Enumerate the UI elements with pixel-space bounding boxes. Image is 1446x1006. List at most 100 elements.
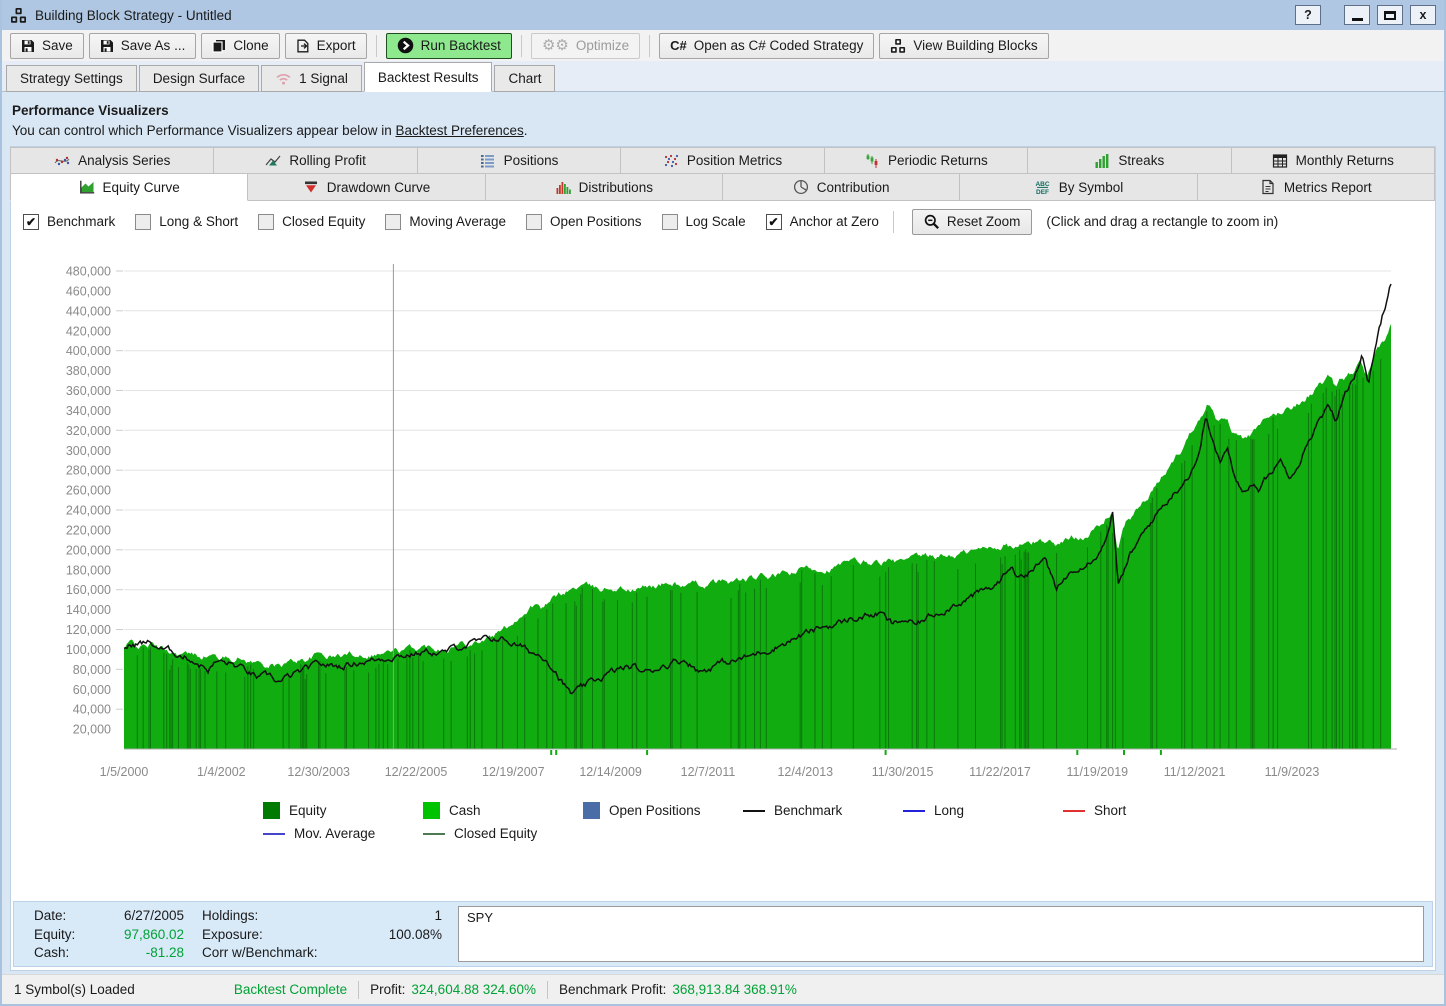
svg-text:440,000: 440,000 [66, 304, 111, 318]
checkbox-closed-equity[interactable]: Closed Equity [258, 214, 365, 230]
status-separator [547, 981, 548, 999]
svg-text:320,000: 320,000 [66, 424, 111, 438]
svg-text:11/19/2019: 11/19/2019 [1066, 765, 1128, 779]
viztab-by-symbol[interactable]: ABCDEF By Symbol [959, 173, 1197, 201]
viztab-contribution[interactable]: Contribution [722, 173, 960, 201]
monthly-returns-icon [1272, 153, 1288, 169]
save-as-button[interactable]: Save As ... [89, 33, 197, 59]
backtest-preferences-link[interactable]: Backtest Preferences [395, 123, 523, 138]
optimize-label: Optimize [576, 38, 629, 53]
checkbox-long-short[interactable]: Long & Short [135, 214, 238, 230]
viztab-periodic-returns[interactable]: Periodic Returns [824, 147, 1028, 174]
symbols-box[interactable]: SPY [458, 906, 1424, 962]
viztab-monthly-returns[interactable]: Monthly Returns [1231, 147, 1435, 174]
tab-strategy-settings[interactable]: Strategy Settings [6, 65, 137, 92]
status-bar: 1 Symbol(s) Loaded Backtest Complete Pro… [2, 974, 1444, 1004]
tab-label: Design Surface [153, 71, 245, 86]
optimize-button[interactable]: ⚙⚙ Optimize [531, 33, 640, 59]
subtitle-text: . [524, 123, 528, 138]
viztab-drawdown-curve[interactable]: Drawdown Curve [247, 173, 485, 201]
checkbox-open-positions[interactable]: Open Positions [526, 214, 642, 230]
checkbox-moving-average[interactable]: Moving Average [385, 214, 506, 230]
minimize-button[interactable] [1344, 5, 1370, 25]
checkbox-label: Log Scale [686, 214, 746, 229]
open-as-csharp-label: Open as C# Coded Strategy [694, 38, 864, 53]
zoom-hint-text: (Click and drag a rectangle to zoom in) [1046, 214, 1278, 229]
run-icon [397, 37, 414, 54]
app-window: Building Block Strategy - Untitled ? x S… [0, 0, 1446, 1006]
tab-backtest-results[interactable]: Backtest Results [364, 62, 493, 92]
checkbox-label: Open Positions [550, 214, 642, 229]
toolbar-separator [376, 35, 377, 57]
legend-label: Equity [289, 803, 327, 818]
checkbox-box[interactable] [258, 214, 274, 230]
checkbox-box[interactable]: ✔ [23, 214, 39, 230]
tab-chart[interactable]: Chart [494, 65, 555, 92]
legend-swatch-closed-equity [423, 833, 445, 835]
view-building-blocks-button[interactable]: View Building Blocks [879, 33, 1048, 59]
viztab-streaks[interactable]: Streaks [1027, 147, 1231, 174]
svg-text:140,000: 140,000 [66, 603, 111, 617]
svg-text:460,000: 460,000 [66, 284, 111, 298]
export-button[interactable]: Export [285, 33, 367, 59]
save-icon [21, 39, 35, 53]
checkbox-box[interactable]: ✔ [766, 214, 782, 230]
tab-signals[interactable]: 1 Signal [261, 65, 362, 92]
viztab-analysis-series[interactable]: Analysis Series [10, 147, 214, 174]
viztab-equity-curve[interactable]: Equity Curve [10, 173, 248, 201]
viztab-distributions[interactable]: Distributions [485, 173, 723, 201]
status-separator [358, 981, 359, 999]
svg-text:11/9/2023: 11/9/2023 [1265, 765, 1320, 779]
checkbox-label: Long & Short [159, 214, 238, 229]
viztab-label: Contribution [817, 180, 890, 195]
run-backtest-button[interactable]: Run Backtest [386, 33, 512, 59]
checkbox-log-scale[interactable]: Log Scale [662, 214, 746, 230]
svg-text:260,000: 260,000 [66, 484, 111, 498]
position-metrics-icon [663, 153, 679, 169]
viztab-positions[interactable]: Positions [417, 147, 621, 174]
legend-item-closed-equity: Closed Equity [423, 826, 583, 841]
clone-label: Clone [233, 38, 268, 53]
viztab-metrics-report[interactable]: Metrics Report [1197, 173, 1435, 201]
close-button[interactable]: x [1410, 5, 1436, 25]
info-left-column: Date:6/27/2005 Equity:97,860.02 Cash:-81… [34, 906, 184, 962]
viztab-label: Equity Curve [103, 180, 180, 195]
export-icon [296, 39, 310, 53]
analysis-series-icon [54, 153, 70, 169]
svg-text:40,000: 40,000 [73, 703, 111, 717]
equity-curve-chart[interactable]: 20,00040,00060,00080,000100,000120,00014… [11, 242, 1435, 799]
open-as-csharp-button[interactable]: C# Open as C# Coded Strategy [659, 33, 874, 59]
legend-item-mov-average: Mov. Average [263, 826, 423, 841]
clone-icon [212, 39, 226, 53]
help-button[interactable]: ? [1295, 5, 1321, 25]
x-axis-labels: 1/5/20001/4/200212/30/200312/22/200512/1… [100, 765, 1320, 779]
checkbox-anchor-at-zero[interactable]: ✔Anchor at Zero [766, 214, 879, 230]
maximize-button[interactable] [1377, 5, 1403, 25]
exposure-value: 100.08% [389, 927, 442, 942]
legend-row: Mov. AverageClosed Equity [263, 822, 1435, 845]
metrics-report-icon [1260, 179, 1276, 195]
tab-design-surface[interactable]: Design Surface [139, 65, 259, 92]
csharp-icon: C# [670, 38, 687, 53]
viztab-rolling-profit[interactable]: Rolling Profit [213, 147, 417, 174]
info-middle-column: Holdings:1 Exposure:100.08% Corr w/Bench… [202, 906, 442, 962]
legend-item-equity: Equity [263, 802, 423, 819]
checkbox-box[interactable] [135, 214, 151, 230]
save-button[interactable]: Save [10, 33, 84, 59]
svg-text:400,000: 400,000 [66, 344, 111, 358]
reset-zoom-button[interactable]: Reset Zoom [912, 209, 1033, 235]
cash-label: Cash: [34, 945, 69, 960]
checkbox-box[interactable] [526, 214, 542, 230]
checkbox-benchmark[interactable]: ✔Benchmark [23, 214, 115, 230]
zoom-out-magnifier-icon [924, 214, 940, 230]
tab-label: 1 Signal [299, 71, 348, 86]
svg-text:12/19/2007: 12/19/2007 [482, 765, 545, 779]
clone-button[interactable]: Clone [201, 33, 279, 59]
checkbox-label: Moving Average [409, 214, 506, 229]
legend-label: Open Positions [609, 803, 701, 818]
viztab-position-metrics[interactable]: Position Metrics [620, 147, 824, 174]
svg-text:12/7/2011: 12/7/2011 [681, 765, 736, 779]
equity-curve-svg[interactable]: 20,00040,00060,00080,000100,000120,00014… [11, 242, 1439, 799]
checkbox-box[interactable] [385, 214, 401, 230]
checkbox-box[interactable] [662, 214, 678, 230]
